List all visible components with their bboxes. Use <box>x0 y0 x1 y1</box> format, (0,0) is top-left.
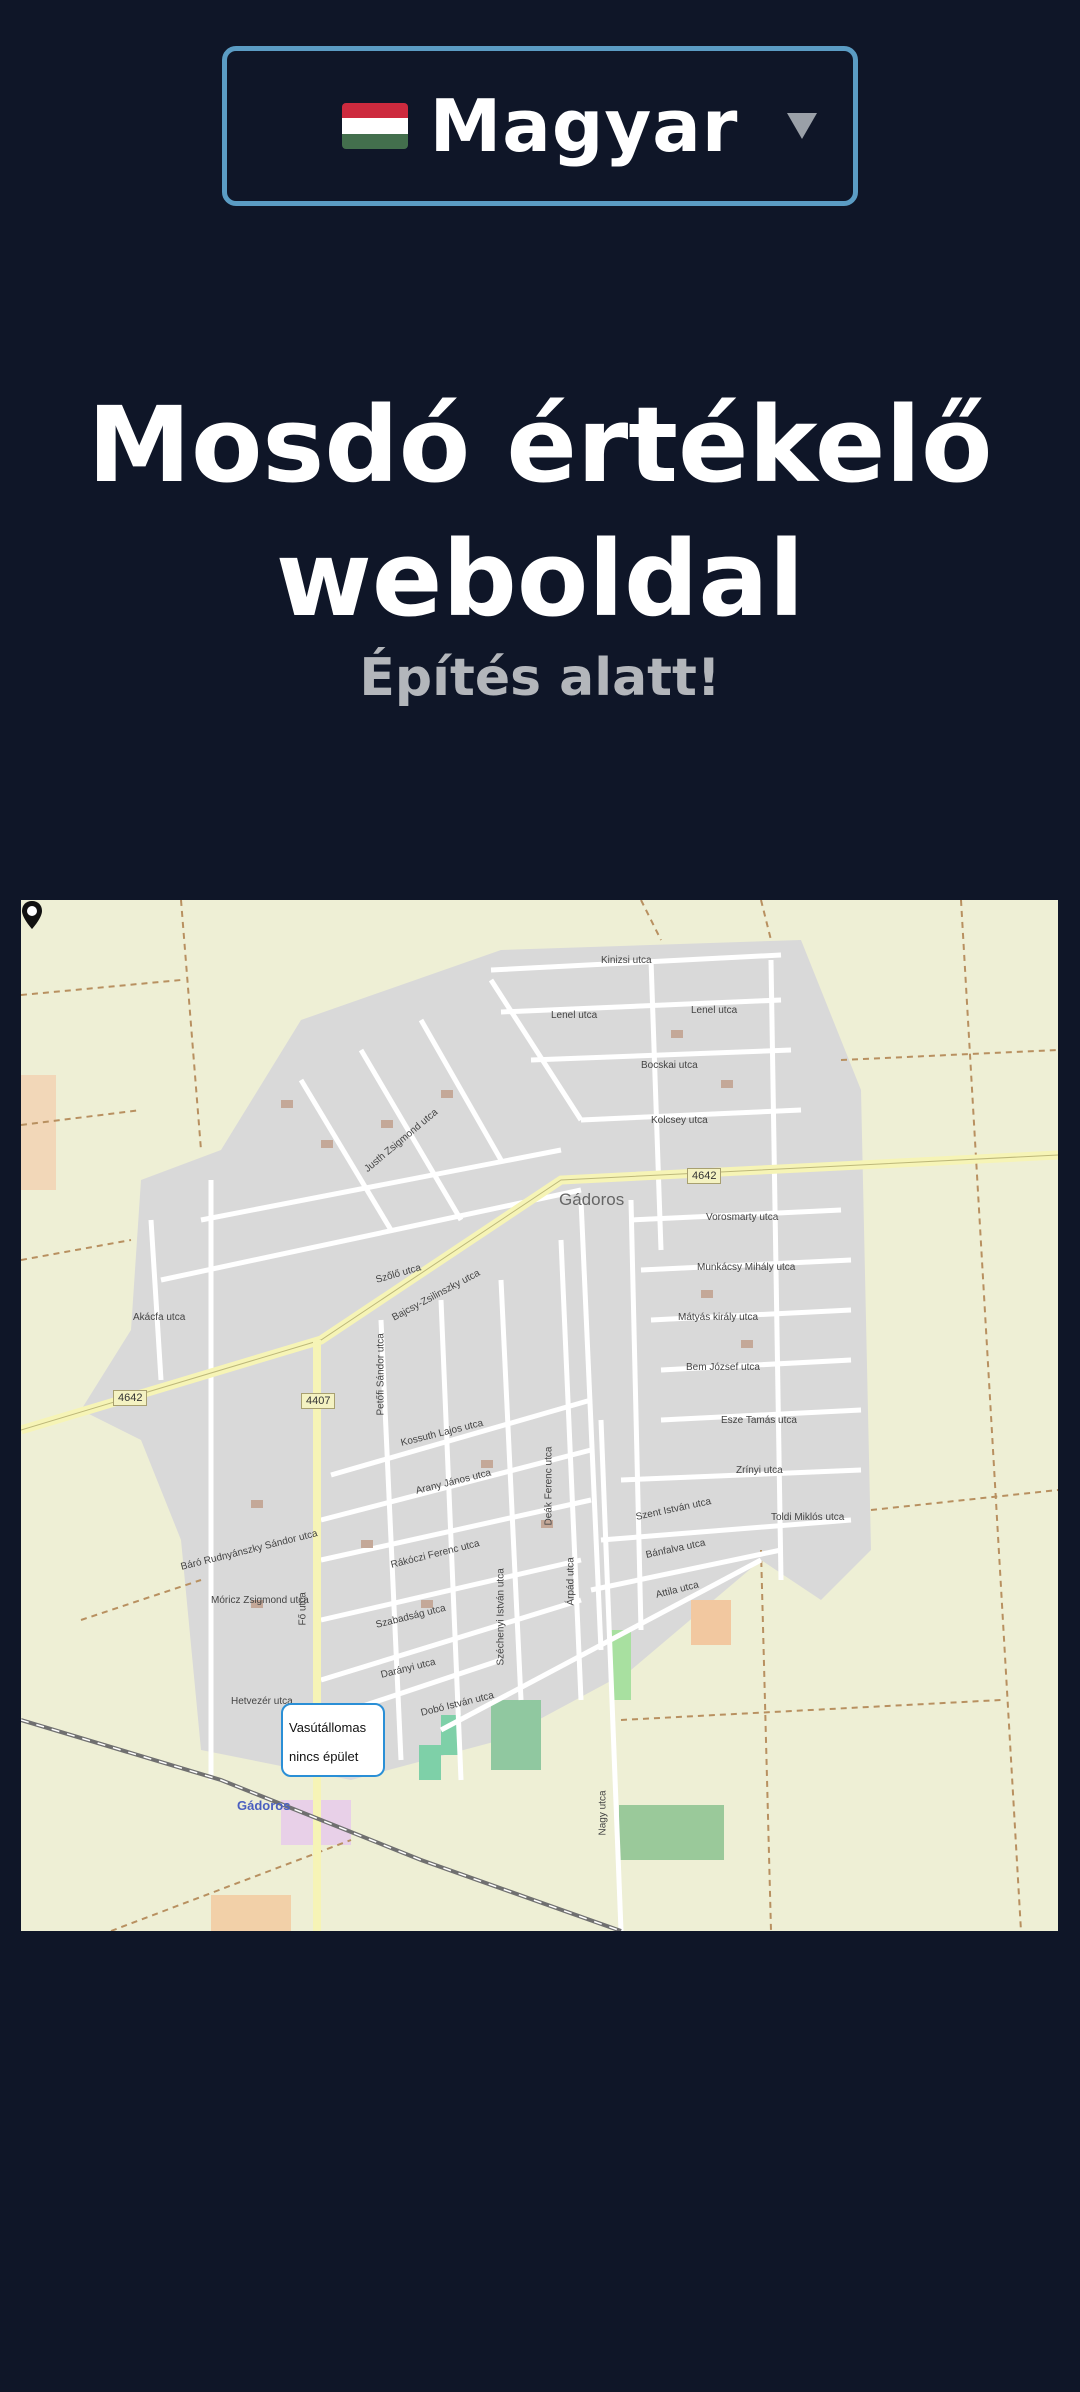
street-label: Széchenyi István utca <box>495 1568 507 1666</box>
map-tiles <box>21 900 1058 1931</box>
road-shield: 4642 <box>687 1168 722 1184</box>
street-label: Zrínyi utca <box>736 1465 783 1476</box>
page-title-line2: weboldal <box>275 518 805 640</box>
station-popup-line1: Vasútállomas <box>289 1720 367 1735</box>
page-title-line1: Mosdó értékelő <box>87 384 993 506</box>
street-label: Esze Tamás utca <box>721 1415 797 1426</box>
street-label: Munkácsy Mihály utca <box>697 1262 796 1273</box>
road-shield: 4642 <box>113 1390 148 1406</box>
street-label: Lenel utca <box>691 1005 738 1016</box>
street-label: Akácfa utca <box>133 1312 186 1323</box>
language-select[interactable]: Magyar <box>222 46 858 206</box>
street-label: Bocskai utca <box>641 1060 698 1071</box>
language-select-label: Magyar <box>429 84 739 168</box>
page-title: Mosdó értékelő weboldal <box>0 378 1080 646</box>
street-label: Nagy utca <box>597 1790 609 1836</box>
street-label: Móricz Zsigmond utca <box>211 1595 309 1606</box>
street-label: Bem József utca <box>686 1362 760 1373</box>
street-label: Vorosmarty utca <box>706 1212 779 1223</box>
road-shield: 4407 <box>301 1393 336 1409</box>
map-pin-icon[interactable] <box>21 900 43 930</box>
street-label: Toldi Miklós utca <box>771 1512 845 1523</box>
street-label: Kinizsi utca <box>601 955 652 966</box>
street-label: Lenel utca <box>551 1010 598 1021</box>
street-label: Deák Ferenc utca <box>543 1446 555 1526</box>
street-label: Árpád utca <box>565 1557 577 1606</box>
street-label: Fő utca <box>297 1592 309 1626</box>
street-label: Petőfi Sándor utca <box>375 1333 387 1416</box>
street-label: Mátyás király utca <box>678 1312 759 1323</box>
page-subtitle: Építés alatt! <box>359 648 721 708</box>
map-view[interactable]: Gádoros 4642 4642 4407 Kinizsi utca Lene… <box>21 900 1058 1931</box>
street-label: Kolcsey utca <box>651 1115 708 1126</box>
station-popup[interactable]: Vasútállomas nincs épület <box>281 1703 385 1777</box>
triangle-down-icon[interactable] <box>787 113 817 139</box>
map-place-label: Gádoros <box>559 1190 625 1209</box>
station-label: Gádoros <box>237 1798 291 1813</box>
hungarian-flag-icon <box>341 103 408 149</box>
station-popup-line2: nincs épület <box>289 1749 359 1764</box>
